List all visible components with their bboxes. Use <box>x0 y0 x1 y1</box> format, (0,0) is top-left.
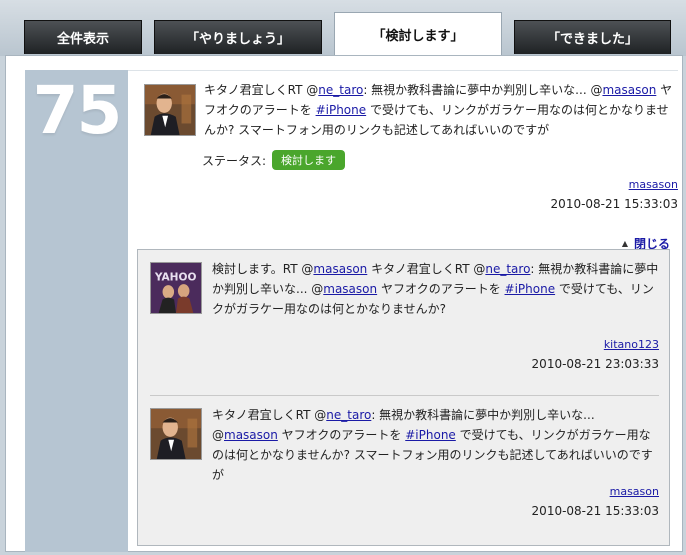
hashtag-link[interactable]: #iPhone <box>316 103 367 117</box>
author-link[interactable]: masason <box>629 178 678 191</box>
tab-all[interactable]: 全件表示 <box>24 20 142 54</box>
reply-divider <box>150 395 659 396</box>
tab-bar: 全件表示 「やりましょう」 「検討します」 「できました」 <box>0 0 686 56</box>
tab-considering[interactable]: 「検討します」 <box>334 12 502 56</box>
timestamp: 2010-08-21 15:33:03 <box>550 197 678 211</box>
avatar-image <box>151 409 201 459</box>
triangle-up-icon: ▲ <box>621 239 628 248</box>
status-badge[interactable]: 検討します <box>272 150 346 170</box>
mention-link[interactable]: ne_taro <box>326 408 371 422</box>
avatar-image <box>145 85 195 135</box>
hashtag-link[interactable]: #iPhone <box>405 428 456 442</box>
svg-text:YAHOO: YAHOO <box>154 271 197 283</box>
avatar-kitano123[interactable]: YAHOO <box>150 262 202 314</box>
mention-link[interactable]: ne_taro <box>485 262 530 276</box>
avatar-masason[interactable] <box>150 408 202 460</box>
mention-link[interactable]: ne_taro <box>318 83 363 97</box>
reply-text: キタノ君宜しくRT @ne_taro: 無視か教科書論に夢中か判別し辛いな...… <box>212 408 653 482</box>
mention-link[interactable]: masason <box>313 262 367 276</box>
item-number-column: 75 <box>25 70 128 552</box>
item-number: 75 <box>32 72 123 149</box>
reply-text: 検討します。RT @masason キタノ君宜しくRT @ne_taro: 無視… <box>212 262 659 316</box>
avatar-image: YAHOO <box>151 263 201 313</box>
mention-link[interactable]: masason <box>323 282 377 296</box>
tab-lets-do-label: 「やりましょう」 <box>185 32 290 47</box>
timestamp: 2010-08-21 15:33:03 <box>531 504 659 518</box>
avatar-masason[interactable] <box>144 84 196 136</box>
status-label: ステータス: <box>202 153 267 168</box>
mention-link[interactable]: masason <box>602 83 656 97</box>
timestamp: 2010-08-21 23:03:33 <box>531 357 659 371</box>
author-link[interactable]: masason <box>610 485 659 498</box>
hashtag-link[interactable]: #iPhone <box>505 282 556 296</box>
main-tweet-text: キタノ君宜しくRT @ne_taro: 無視か教科書論に夢中か判別し辛いな...… <box>204 83 673 137</box>
mention-link[interactable]: masason <box>224 428 278 442</box>
author-link[interactable]: kitano123 <box>604 338 659 351</box>
tab-lets-do[interactable]: 「やりましょう」 <box>154 20 322 54</box>
tab-done-label: 「できました」 <box>546 32 638 47</box>
main-tweet: キタノ君宜しくRT @ne_taro: 無視か教科書論に夢中か判別し辛いな...… <box>128 70 678 252</box>
tab-all-label: 全件表示 <box>56 32 109 47</box>
replies-list: YAHOO 検討します。RT @masason キタノ君宜しくRT @ne_ta… <box>137 249 670 546</box>
status-row: ステータス: 検討します <box>202 150 346 170</box>
tab-considering-label: 「検討します」 <box>372 29 464 44</box>
tab-done[interactable]: 「できました」 <box>514 20 671 54</box>
